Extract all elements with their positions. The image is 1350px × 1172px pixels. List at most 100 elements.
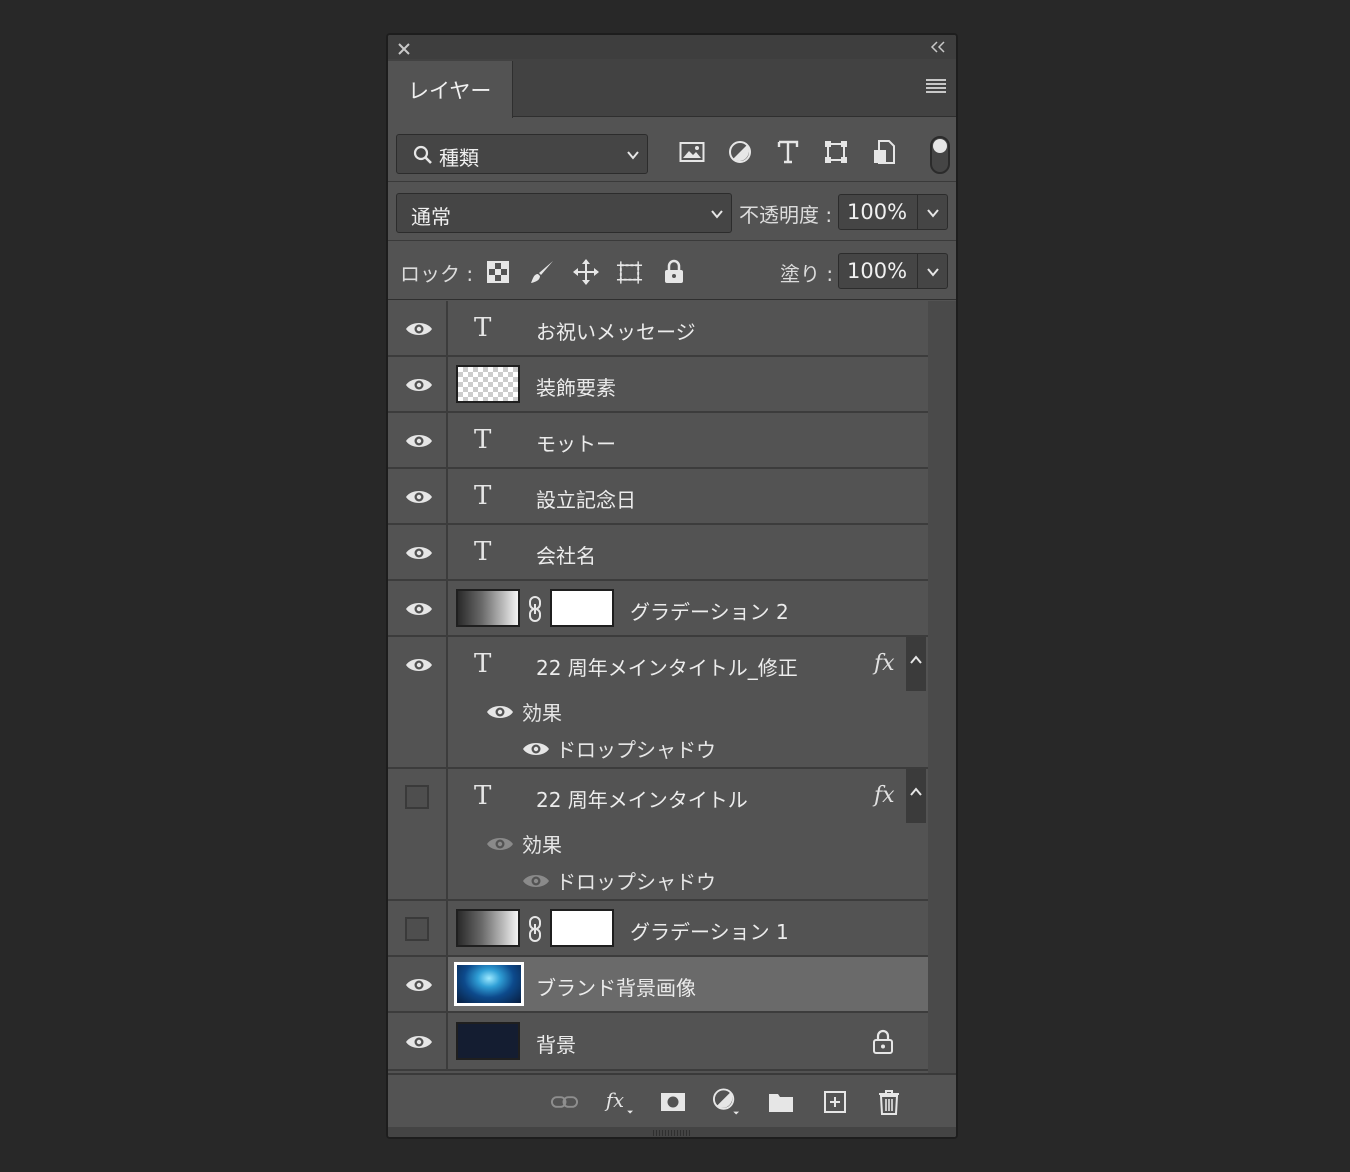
chevron-down-icon[interactable] bbox=[927, 266, 939, 278]
close-icon[interactable] bbox=[396, 37, 414, 57]
eye-icon[interactable] bbox=[486, 703, 514, 721]
eye-icon[interactable] bbox=[522, 740, 550, 758]
filter-toggle[interactable] bbox=[930, 136, 950, 174]
lock-row: ロック : 塗り : 100% bbox=[388, 242, 956, 300]
effect-name[interactable]: ドロップシャドウ bbox=[556, 866, 716, 895]
layer-row[interactable]: T 会社名 bbox=[388, 525, 928, 581]
lock-transparent-icon[interactable] bbox=[484, 258, 511, 285]
effects-toggle[interactable] bbox=[906, 637, 926, 691]
text-layer-icon: T bbox=[474, 313, 492, 343]
eye-icon[interactable] bbox=[405, 600, 433, 618]
visibility-column bbox=[388, 637, 448, 767]
adjustment-filter-icon[interactable] bbox=[726, 138, 753, 165]
mask-icon[interactable] bbox=[658, 1087, 687, 1116]
eye-icon-dimmed[interactable] bbox=[522, 872, 550, 890]
layer-row[interactable]: T モットー bbox=[388, 413, 928, 469]
shape-filter-icon[interactable] bbox=[822, 138, 849, 165]
new-adjustment-icon[interactable] bbox=[712, 1087, 741, 1116]
layer-name: 22 周年メインタイトル_修正 bbox=[536, 656, 798, 680]
layer-row[interactable]: グラデーション 1 bbox=[388, 901, 928, 957]
text-layer-icon: T bbox=[474, 481, 492, 511]
layer-name: 設立記念日 bbox=[536, 488, 636, 512]
chevron-down-icon bbox=[627, 151, 639, 160]
blend-mode-select[interactable]: 通常 bbox=[396, 193, 732, 233]
resize-strip[interactable] bbox=[388, 1127, 956, 1137]
resize-grip[interactable] bbox=[653, 1130, 691, 1136]
layer-row[interactable]: T お祝いメッセージ bbox=[388, 301, 928, 357]
type-filter-icon[interactable] bbox=[774, 138, 801, 165]
delete-icon[interactable] bbox=[874, 1087, 903, 1116]
layer-row[interactable]: グラデーション 2 bbox=[388, 581, 928, 637]
tab-layers[interactable]: レイヤー bbox=[388, 61, 513, 118]
new-layer-icon[interactable] bbox=[820, 1087, 849, 1116]
layer-list: T お祝いメッセージ 装飾要素 T モットー T 設立記念日 T 会社名 グラデ… bbox=[388, 301, 928, 1073]
lock-artboard-icon[interactable] bbox=[616, 258, 643, 285]
eye-icon[interactable] bbox=[405, 320, 433, 338]
tab-layers-label: レイヤー bbox=[408, 79, 492, 103]
image-thumbnail bbox=[454, 962, 524, 1006]
chain-link-icon[interactable] bbox=[528, 595, 542, 623]
smart-object-filter-icon[interactable] bbox=[870, 138, 897, 165]
search-icon bbox=[413, 145, 432, 164]
fill-label: 塗り : bbox=[780, 262, 834, 286]
scrollbar[interactable] bbox=[928, 301, 956, 1073]
eye-icon-dimmed[interactable] bbox=[486, 835, 514, 853]
chevron-down-icon[interactable] bbox=[927, 207, 939, 219]
filter-kind-select[interactable]: 種類 bbox=[396, 134, 648, 174]
eye-icon[interactable] bbox=[405, 976, 433, 994]
text-layer-icon: T bbox=[474, 425, 492, 455]
layer-name: 22 周年メインタイトル bbox=[536, 788, 748, 812]
visibility-toggle[interactable] bbox=[405, 785, 429, 809]
link-layers-icon[interactable] bbox=[550, 1087, 579, 1116]
chain-link-icon[interactable] bbox=[528, 915, 542, 943]
layer-row[interactable]: T 設立記念日 bbox=[388, 469, 928, 525]
layer-row[interactable]: T 22 周年メインタイトル_修正 fx 効果 ドロップシャドウ bbox=[388, 637, 928, 769]
eye-icon[interactable] bbox=[405, 544, 433, 562]
fx-icon[interactable]: fx bbox=[604, 1087, 633, 1116]
visibility-toggle[interactable] bbox=[405, 917, 429, 941]
fx-icon: fx bbox=[874, 783, 895, 808]
lock-position-icon[interactable] bbox=[572, 258, 599, 285]
layer-row[interactable]: 背景 bbox=[388, 1013, 928, 1071]
visibility-column bbox=[388, 469, 448, 523]
eye-icon[interactable] bbox=[405, 376, 433, 394]
eye-icon[interactable] bbox=[405, 488, 433, 506]
lock-image-icon[interactable] bbox=[528, 258, 555, 285]
layer-row-selected[interactable]: ブランド背景画像 bbox=[388, 957, 928, 1013]
panel-footer: fx bbox=[388, 1073, 956, 1127]
effects-label[interactable]: 効果 bbox=[522, 697, 562, 726]
layer-name: グラデーション 2 bbox=[630, 600, 789, 624]
lock-label: ロック : bbox=[400, 262, 474, 286]
effects-label[interactable]: 効果 bbox=[522, 829, 562, 858]
fill-field[interactable]: 100% bbox=[838, 253, 948, 289]
opacity-field[interactable]: 100% bbox=[838, 194, 948, 230]
filter-icons bbox=[678, 138, 897, 165]
eye-icon[interactable] bbox=[405, 1033, 433, 1051]
eye-icon[interactable] bbox=[405, 656, 433, 674]
gradient-thumbnail bbox=[456, 909, 520, 947]
visibility-column bbox=[388, 357, 448, 411]
lock-all-icon[interactable] bbox=[660, 258, 687, 285]
effect-name[interactable]: ドロップシャドウ bbox=[556, 734, 716, 763]
layer-name: 会社名 bbox=[536, 544, 596, 568]
footer-icons: fx bbox=[550, 1087, 903, 1116]
panel-menu-icon[interactable] bbox=[926, 79, 946, 93]
eye-icon[interactable] bbox=[405, 432, 433, 450]
visibility-column bbox=[388, 769, 448, 899]
visibility-column bbox=[388, 413, 448, 467]
new-group-icon[interactable] bbox=[766, 1087, 795, 1116]
image-filter-icon[interactable] bbox=[678, 138, 705, 165]
effects-toggle[interactable] bbox=[906, 769, 926, 823]
collapse-icon[interactable] bbox=[930, 37, 946, 57]
opacity-label: 不透明度 : bbox=[739, 203, 833, 227]
visibility-column bbox=[388, 525, 448, 579]
blend-mode-value: 通常 bbox=[411, 205, 451, 229]
opacity-value: 100% bbox=[847, 200, 908, 224]
layer-row[interactable]: 装飾要素 bbox=[388, 357, 928, 413]
layers-panel: レイヤー 種類 通常 不透明度 : 100% ロック: 塗り: 100% T… bbox=[386, 33, 958, 1139]
layer-row[interactable]: T 22 周年メインタイトル fx 効果 ドロップシャドウ bbox=[388, 769, 928, 901]
layer-thumbnail bbox=[456, 1022, 520, 1060]
svg-text:fx: fx bbox=[604, 1089, 624, 1112]
lock-icon[interactable] bbox=[872, 1029, 894, 1055]
visibility-column bbox=[388, 581, 448, 635]
